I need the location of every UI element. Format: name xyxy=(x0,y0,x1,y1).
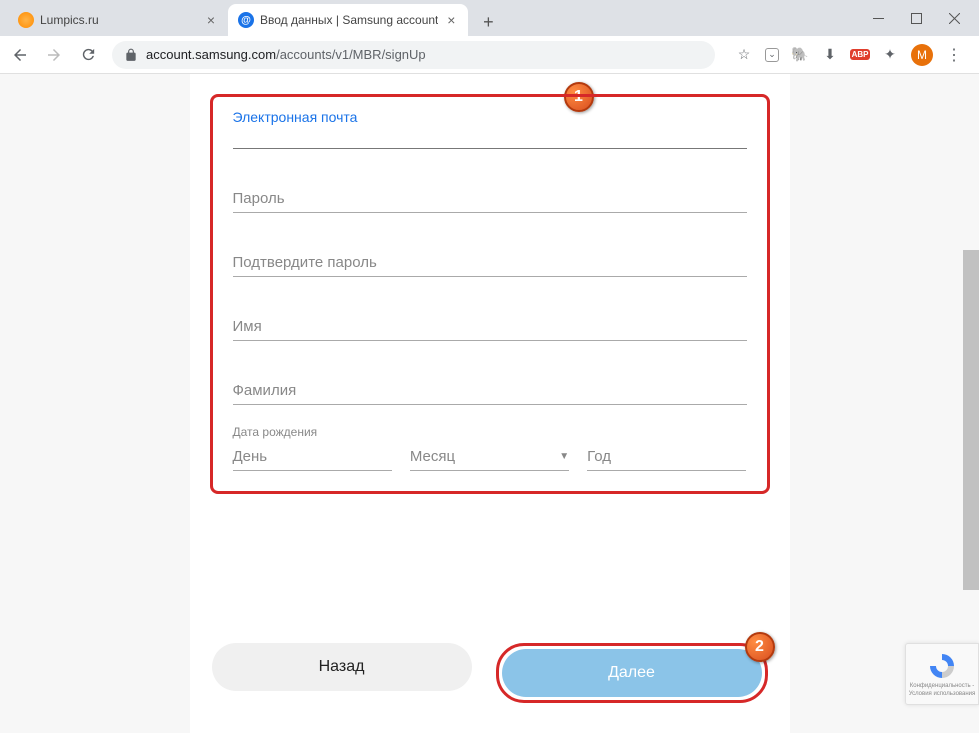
browser-addressbar: account.samsung.com/accounts/v1/MBR/sign… xyxy=(0,36,979,74)
tab-lumpics[interactable]: Lumpics.ru × xyxy=(8,4,228,36)
recaptcha-text1: Конфиденциальность - xyxy=(910,683,975,689)
forward-button[interactable] xyxy=(44,45,64,65)
minimize-icon[interactable] xyxy=(871,11,885,25)
recaptcha-text2: Условия использования xyxy=(909,691,976,697)
url-text: account.samsung.com/accounts/v1/MBR/sign… xyxy=(146,47,426,62)
recaptcha-icon xyxy=(927,651,957,681)
extensions-icon[interactable]: ✦ xyxy=(881,46,899,64)
new-tab-button[interactable]: + xyxy=(474,8,502,36)
tab-samsung-signup[interactable]: @ Ввод данных | Samsung account × xyxy=(228,4,468,36)
back-button[interactable] xyxy=(10,45,30,65)
bookmark-icon[interactable]: ☆ xyxy=(735,46,753,64)
form-buttons: Назад 2 Далее xyxy=(210,643,770,703)
vertical-scrollbar[interactable] xyxy=(963,250,979,590)
confirm-password-field-wrap: Подтвердите пароль xyxy=(233,249,747,277)
close-icon[interactable]: × xyxy=(444,13,458,27)
menu-icon[interactable]: ⋮ xyxy=(945,46,963,64)
dob-month-select[interactable]: Месяц ▼ xyxy=(410,443,569,471)
url-bar[interactable]: account.samsung.com/accounts/v1/MBR/sign… xyxy=(112,41,715,69)
dob-month-label: Месяц xyxy=(410,448,455,465)
tab-title: Lumpics.ru xyxy=(40,13,198,27)
page-content: 1 Электронная почта Пароль Подтвердите п… xyxy=(0,74,979,733)
download-icon[interactable]: ⬇ xyxy=(821,46,839,64)
password-input[interactable] xyxy=(233,185,747,213)
lock-icon xyxy=(124,48,138,62)
favicon-icon: @ xyxy=(238,12,254,28)
dob-year-label: Год xyxy=(587,448,611,465)
next-button[interactable]: Далее xyxy=(502,649,762,697)
lastname-field-wrap: Фамилия xyxy=(233,377,747,405)
dob-section: Дата рождения День Месяц ▼ Год xyxy=(233,425,747,471)
extension-icons: ☆ ⌄ 🐘 ⬇ ABP ✦ М ⋮ xyxy=(729,44,969,66)
lastname-input[interactable] xyxy=(233,377,747,405)
dob-day-label: День xyxy=(233,448,268,465)
profile-avatar[interactable]: М xyxy=(911,44,933,66)
side-bg-right xyxy=(789,74,979,733)
confirm-password-input[interactable] xyxy=(233,249,747,277)
window-controls xyxy=(871,0,979,36)
back-button[interactable]: Назад xyxy=(212,643,472,691)
maximize-icon[interactable] xyxy=(909,11,923,25)
recaptcha-badge[interactable]: Конфиденциальность - Условия использован… xyxy=(905,643,979,705)
adblock-icon[interactable]: ABP xyxy=(851,46,869,64)
dob-label: Дата рождения xyxy=(233,425,747,439)
pocket-icon[interactable]: ⌄ xyxy=(765,48,779,62)
close-icon[interactable]: × xyxy=(204,13,218,27)
evernote-icon[interactable]: 🐘 xyxy=(791,46,809,64)
callout-2: 2 xyxy=(745,632,775,662)
firstname-input[interactable] xyxy=(233,313,747,341)
signup-page: 1 Электронная почта Пароль Подтвердите п… xyxy=(190,74,790,733)
password-field-wrap: Пароль xyxy=(233,185,747,213)
dob-year-select[interactable]: Год xyxy=(587,443,746,471)
signup-form: Электронная почта Пароль Подтвердите пар… xyxy=(210,94,770,494)
favicon-icon xyxy=(18,12,34,28)
side-bg-left xyxy=(0,74,190,733)
browser-tabbar: Lumpics.ru × @ Ввод данных | Samsung acc… xyxy=(0,0,979,36)
window-close-icon[interactable] xyxy=(947,11,961,25)
email-input[interactable] xyxy=(233,121,747,149)
email-field-wrap: Электронная почта xyxy=(233,121,747,149)
tab-title: Ввод данных | Samsung account xyxy=(260,13,438,27)
dob-row: День Месяц ▼ Год xyxy=(233,443,747,471)
firstname-field-wrap: Имя xyxy=(233,313,747,341)
chevron-down-icon: ▼ xyxy=(559,451,569,462)
reload-button[interactable] xyxy=(78,45,98,65)
next-button-highlight: 2 Далее xyxy=(496,643,768,703)
dob-day-select[interactable]: День xyxy=(233,443,392,471)
